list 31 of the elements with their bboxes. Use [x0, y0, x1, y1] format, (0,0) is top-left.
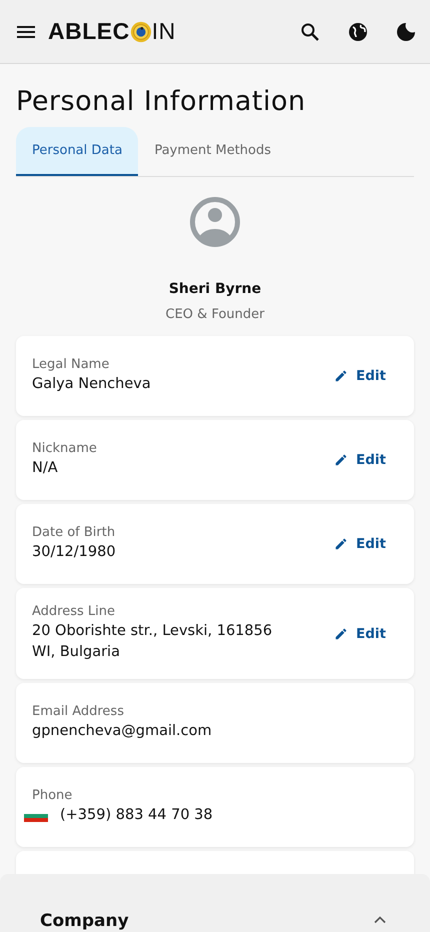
field-value: Galya Nencheva [32, 375, 152, 394]
field-label: Address Line [32, 604, 116, 619]
logo-text: ABLEC [48, 18, 130, 45]
pencil-icon [334, 626, 348, 640]
field-label: Email Address [32, 704, 125, 719]
field-value: 30/12/1980 [32, 543, 117, 562]
edit-button[interactable]: Edit [330, 622, 398, 646]
logo-text: IN [152, 18, 176, 45]
pencil-icon [334, 453, 348, 467]
profile-name: Sheri Byrne [168, 281, 262, 297]
tab[interactable]: Payment Methods [138, 127, 288, 176]
footer-section-title[interactable]: Company [40, 910, 129, 932]
edit-button[interactable]: Edit [330, 448, 398, 472]
field-label: Legal Name [32, 357, 110, 372]
pencil-icon [334, 537, 348, 551]
page-title: Personal Information [16, 86, 307, 117]
field-label: Nickname [32, 441, 98, 456]
edit-button[interactable]: Edit [330, 532, 398, 556]
field-value: 20 Oborishte str., Levski, 161856 WI, Bulgaria [32, 622, 274, 662]
pencil-icon [334, 369, 348, 383]
field-value: gpnencheva@gmail.com [32, 722, 213, 741]
avatar-icon [190, 197, 240, 247]
field-label: Date of Birth [32, 525, 116, 540]
tab[interactable]: Personal Data [16, 127, 138, 176]
coin-icon [130, 20, 152, 42]
field-label: Phone [32, 788, 74, 803]
edit-button[interactable]: Edit [330, 364, 398, 388]
field-value: (+359) 883 44 70 38 [60, 806, 213, 825]
field-value: N/A [32, 459, 59, 478]
logo[interactable]: ABLEC IN [48, 18, 176, 45]
profile-role: CEO & Founder [164, 307, 266, 322]
